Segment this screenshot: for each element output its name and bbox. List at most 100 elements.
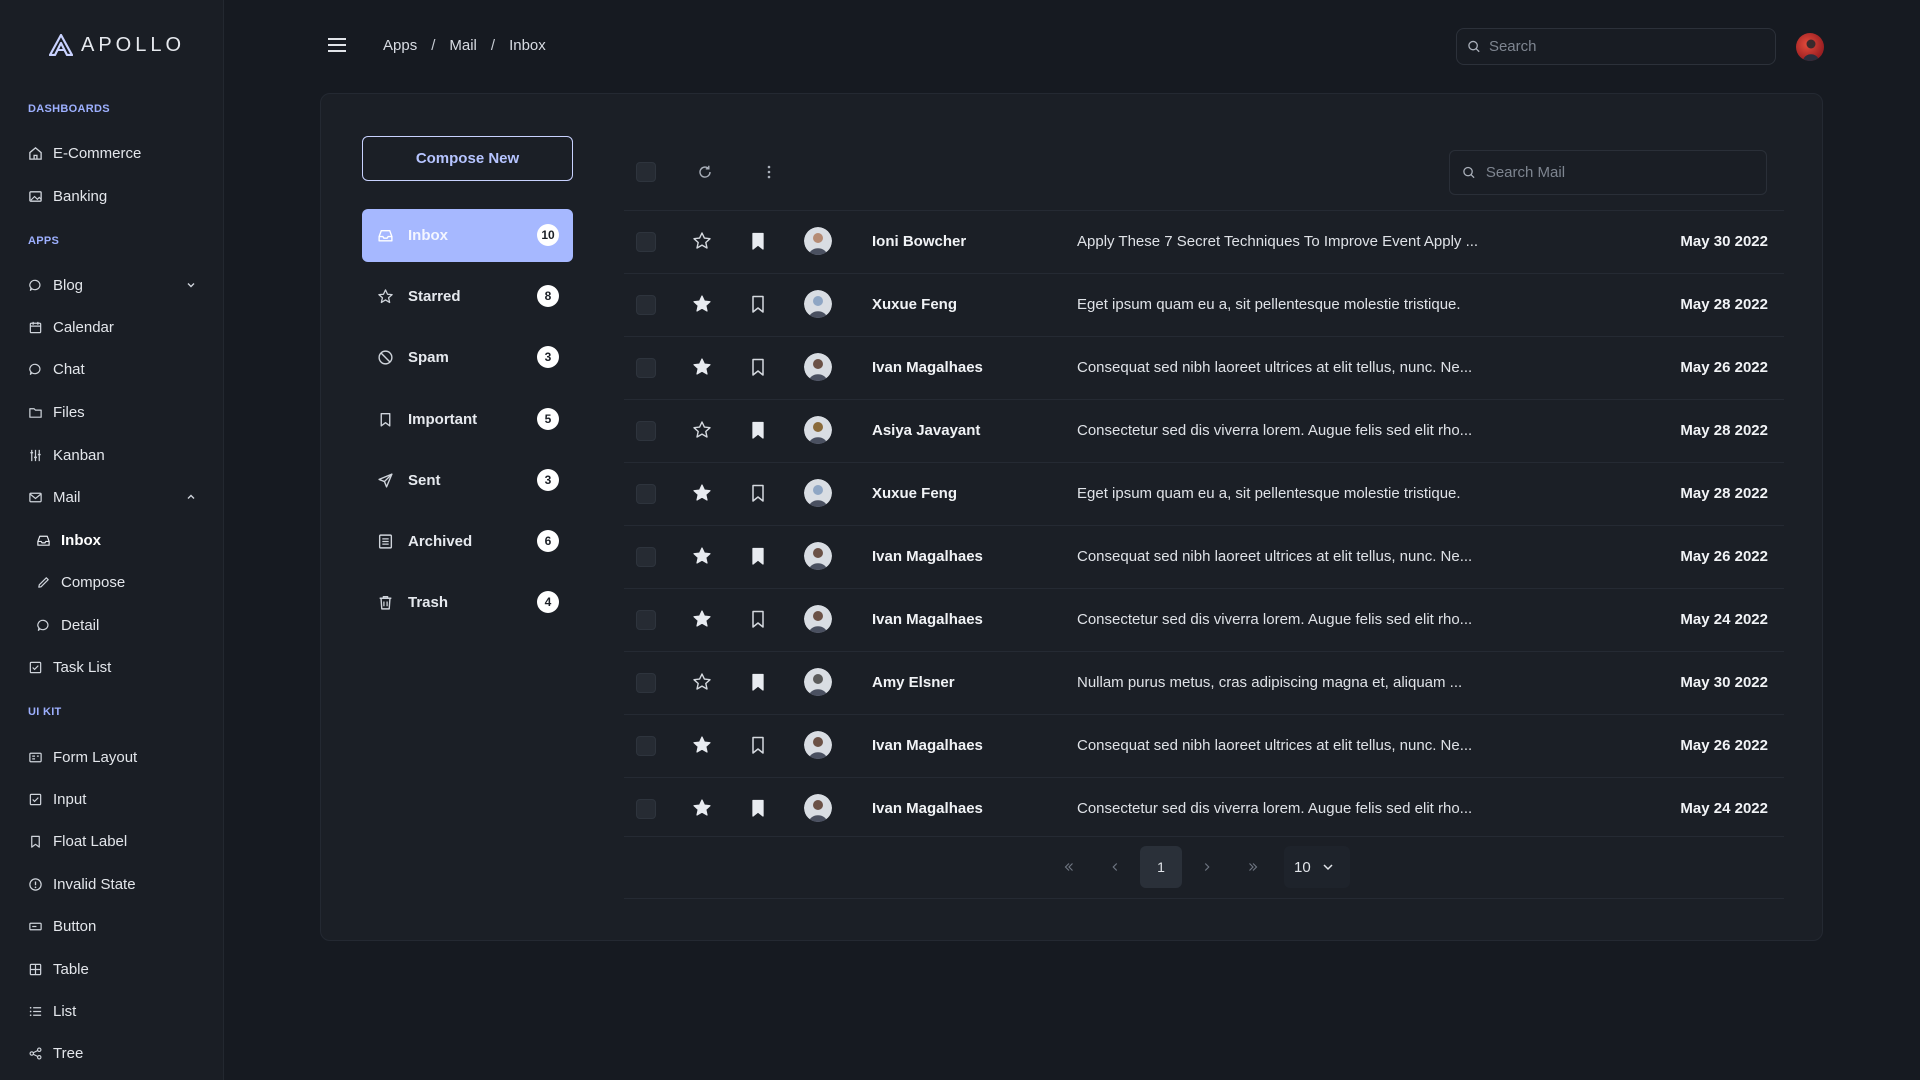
star-icon[interactable] <box>692 735 712 755</box>
bookmark-icon[interactable] <box>748 798 768 818</box>
sidebar-item-float-label[interactable]: Float Label <box>28 829 198 853</box>
sidebar-item-tree[interactable]: Tree <box>28 1041 198 1065</box>
star-icon[interactable] <box>692 798 712 818</box>
sidebar-item-detail[interactable]: Detail <box>36 613 206 637</box>
star-icon[interactable] <box>692 609 712 629</box>
sidebar-item-chat[interactable]: Chat <box>28 357 198 381</box>
sidebar-item-files[interactable]: Files <box>28 400 198 424</box>
sidebar-item-label: List <box>53 1002 77 1020</box>
chevron-up-icon[interactable] <box>184 490 198 504</box>
folder-spam[interactable]: Spam 3 <box>362 331 573 384</box>
mail-row[interactable]: Xuxue Feng Eget ipsum quam eu a, sit pell… <box>624 273 1784 336</box>
sidebar-item-task-list[interactable]: Task List <box>28 655 198 679</box>
bookmark-icon[interactable] <box>748 672 768 692</box>
search-icon <box>1468 40 1480 53</box>
bookmark-icon[interactable] <box>748 735 768 755</box>
star-icon[interactable] <box>692 231 712 251</box>
bookmark-icon[interactable] <box>748 483 768 503</box>
mail-row-checkbox[interactable] <box>636 484 656 504</box>
first-page-button[interactable] <box>1048 846 1090 888</box>
more-vertical-icon[interactable] <box>761 164 777 180</box>
refresh-icon[interactable] <box>697 164 713 180</box>
mail-row-checkbox[interactable] <box>636 232 656 252</box>
sidebar-item-compose[interactable]: Compose <box>36 570 206 594</box>
mail-row[interactable]: Xuxue Feng Eget ipsum quam eu a, sit pell… <box>624 462 1784 525</box>
breadcrumb-item-mail[interactable]: Mail <box>449 37 477 54</box>
mail-row-checkbox[interactable] <box>636 358 656 378</box>
bookmark-icon[interactable] <box>748 357 768 377</box>
user-avatar[interactable] <box>1796 33 1824 61</box>
sidebar-item-invalid-state[interactable]: Invalid State <box>28 872 198 896</box>
mail-row[interactable]: Ivan Magalhaes Consectetur sed dis viverr… <box>624 588 1784 651</box>
mail-row-checkbox[interactable] <box>636 421 656 441</box>
breadcrumb-separator: / <box>431 37 436 54</box>
mail-row-checkbox[interactable] <box>636 295 656 315</box>
sidebar-item-inbox[interactable]: Inbox <box>36 528 206 552</box>
avatar <box>804 731 832 759</box>
check-square-icon <box>28 660 43 675</box>
star-icon[interactable] <box>692 420 712 440</box>
folder-sent[interactable]: Sent 3 <box>362 454 573 507</box>
mail-row-checkbox[interactable] <box>636 673 656 693</box>
page-button-1[interactable]: 1 <box>1140 846 1182 888</box>
mail-row[interactable]: Asiya Javayant Consectetur sed dis viverr… <box>624 399 1784 462</box>
star-icon[interactable] <box>692 483 712 503</box>
bookmark-icon[interactable] <box>748 294 768 314</box>
mail-row[interactable]: Ivan Magalhaes Consectetur sed dis viverr… <box>624 777 1784 840</box>
sidebar-item-table[interactable]: Table <box>28 957 198 981</box>
calendar-icon <box>28 320 43 335</box>
folder-label: Sent <box>408 472 441 489</box>
next-page-button[interactable] <box>1186 846 1228 888</box>
star-icon[interactable] <box>692 357 712 377</box>
sidebar-item-button[interactable]: Button <box>28 914 198 938</box>
folder-label: Inbox <box>408 227 448 244</box>
folder-label: Important <box>408 411 478 428</box>
folder-trash[interactable]: Trash 4 <box>362 576 573 629</box>
sidebar-item-label: Button <box>53 917 97 935</box>
sidebar-item-calendar[interactable]: Calendar <box>28 315 198 339</box>
mail-row-checkbox[interactable] <box>636 799 656 819</box>
brand-name: APOLLO <box>81 33 186 56</box>
compose-new-button[interactable]: Compose New <box>362 136 573 181</box>
mail-row[interactable]: Ivan Magalhaes Consequat sed nibh laoreet… <box>624 714 1784 777</box>
select-all-checkbox[interactable] <box>636 162 656 182</box>
mail-row-checkbox[interactable] <box>636 547 656 567</box>
mail-row-checkbox[interactable] <box>636 610 656 630</box>
folder-important[interactable]: Important 5 <box>362 393 573 446</box>
brand-logo[interactable]: APOLLO <box>49 32 185 58</box>
folder-archived[interactable]: Archived 6 <box>362 515 573 568</box>
sidebar-item-form-layout[interactable]: Form Layout <box>28 745 198 769</box>
sidebar-item-banking[interactable]: Banking <box>28 184 198 208</box>
global-search-input[interactable] <box>1488 38 1775 55</box>
sidebar-item-input[interactable]: Input <box>28 787 198 811</box>
chevron-down-icon[interactable] <box>184 278 198 292</box>
breadcrumb-item-apps[interactable]: Apps <box>383 37 417 54</box>
bookmark-icon[interactable] <box>748 546 768 566</box>
folder-inbox[interactable]: Inbox 10 <box>362 209 573 262</box>
mail-row[interactable]: Ivan Magalhaes Consequat sed nibh laoreet… <box>624 336 1784 399</box>
star-icon[interactable] <box>692 672 712 692</box>
rows-per-page-dropdown[interactable]: 10 <box>1284 846 1350 888</box>
mail-row[interactable]: Amy Elsner Nullam purus metus, cras adipi… <box>624 651 1784 714</box>
sidebar-item-kanban[interactable]: Kanban <box>28 443 198 467</box>
star-icon[interactable] <box>692 294 712 314</box>
sidebar-item-mail[interactable]: Mail <box>28 485 198 509</box>
star-icon[interactable] <box>692 546 712 566</box>
folder-starred[interactable]: Starred 8 <box>362 270 573 323</box>
mail-row[interactable]: Ivan Magalhaes Consequat sed nibh laoreet… <box>624 525 1784 588</box>
last-page-button[interactable] <box>1232 846 1274 888</box>
prev-page-button[interactable] <box>1094 846 1136 888</box>
sidebar-item-blog[interactable]: Blog <box>28 273 198 297</box>
mail-search-input[interactable] <box>1485 164 1766 181</box>
sidebar-item-list[interactable]: List <box>28 999 198 1023</box>
menu-toggle-button[interactable] <box>327 36 347 54</box>
mail-row-checkbox[interactable] <box>636 736 656 756</box>
avatar <box>804 227 832 255</box>
sidebar-item-ecommerce[interactable]: E-Commerce <box>28 141 198 165</box>
mail-row[interactable]: Ioni Bowcher Apply These 7 Secret Techniq… <box>624 210 1784 273</box>
sidebar-item-label: Form Layout <box>53 748 138 766</box>
bookmark-icon[interactable] <box>748 420 768 440</box>
bookmark-icon[interactable] <box>748 609 768 629</box>
bookmark-icon[interactable] <box>748 231 768 251</box>
folder-count-badge: 3 <box>537 469 559 491</box>
